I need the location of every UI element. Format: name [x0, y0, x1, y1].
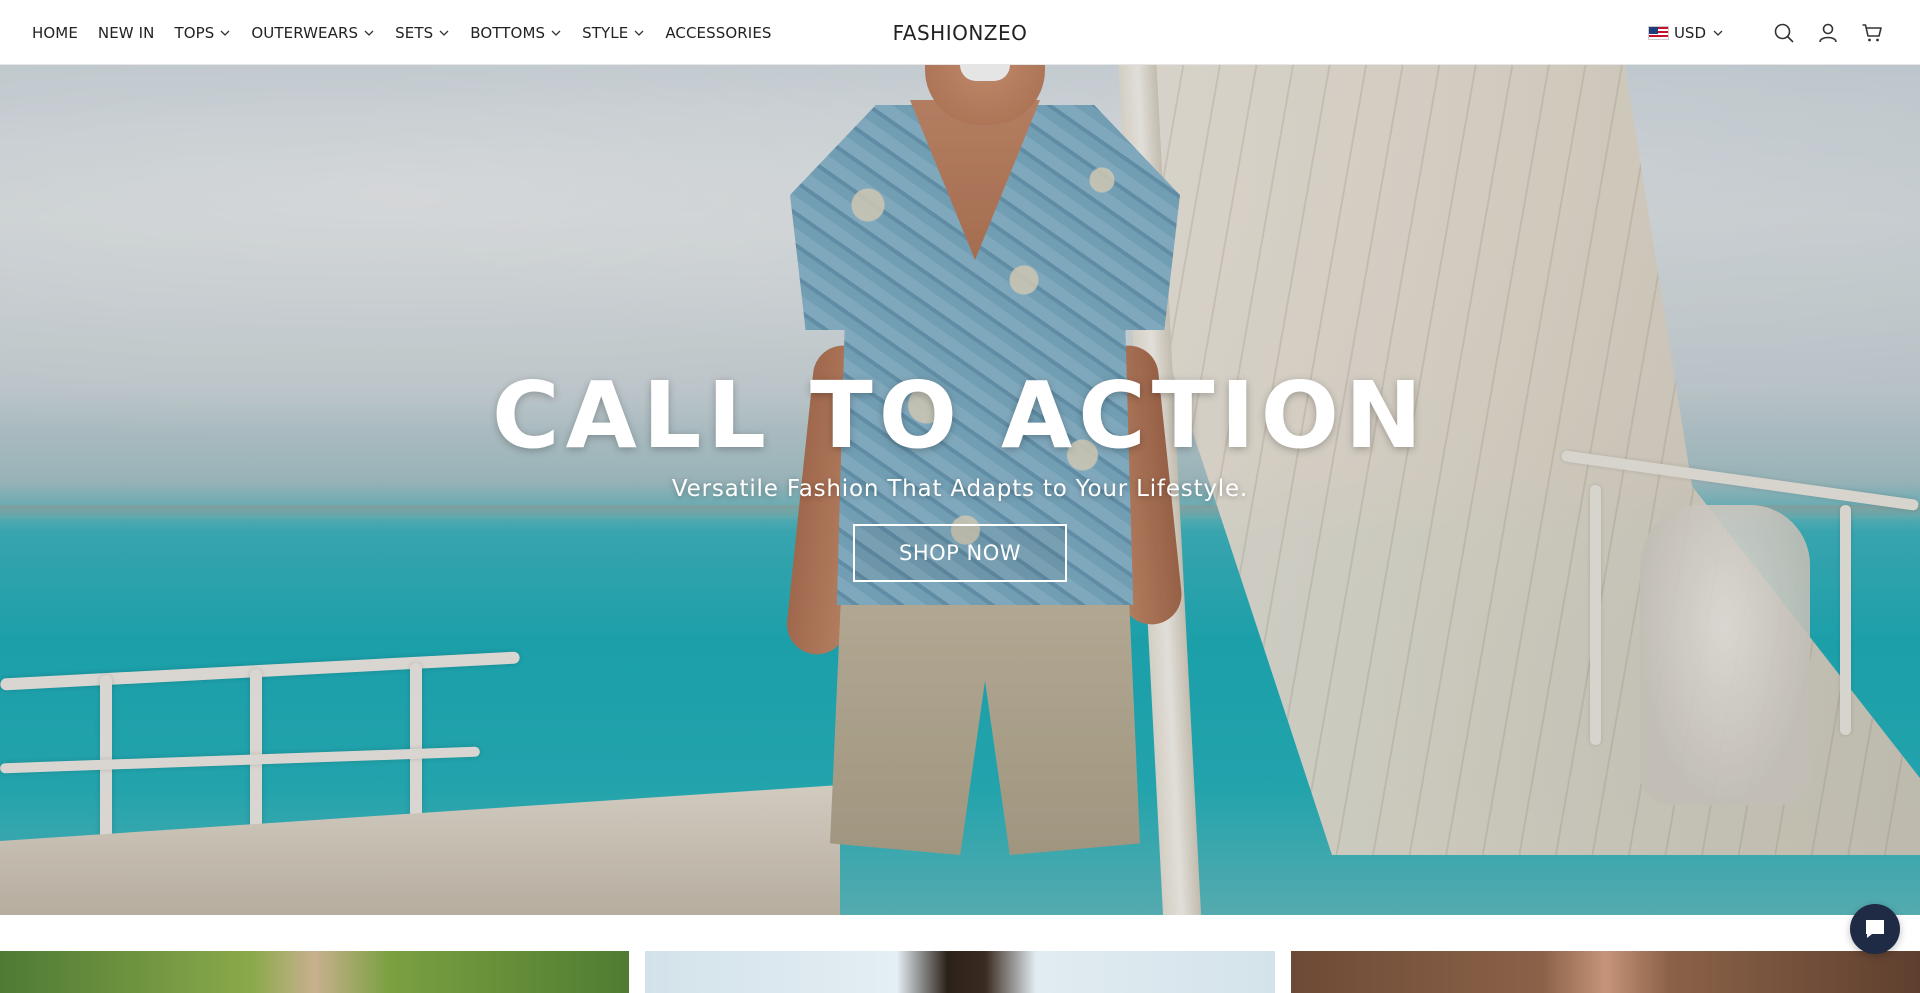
chat-button[interactable]: [1850, 904, 1900, 954]
hero-content: CALL TO ACTION Versatile Fashion That Ad…: [0, 370, 1920, 582]
nav-item-label: TOPS: [174, 23, 215, 42]
site-header: HOME NEW IN TOPS OUTERWEARS SETS BOTTOMS…: [0, 0, 1920, 65]
nav-item-label: SETS: [395, 23, 434, 42]
main-nav: HOME NEW IN TOPS OUTERWEARS SETS BOTTOMS…: [32, 0, 792, 65]
hero-title: CALL TO ACTION: [492, 362, 1428, 469]
nav-item-accessories[interactable]: ACCESSORIES: [665, 24, 771, 42]
nav-item-label: HOME: [32, 23, 78, 42]
currency-code: USD: [1673, 23, 1706, 42]
category-tiles: [0, 951, 1920, 993]
nav-item-label: STYLE: [582, 23, 629, 42]
nav-item-style[interactable]: STYLE: [582, 24, 645, 42]
nav-item-new-in[interactable]: NEW IN: [98, 24, 155, 42]
nav-item-tops[interactable]: TOPS: [174, 24, 231, 42]
hero-banner: CALL TO ACTION Versatile Fashion That Ad…: [0, 65, 1920, 915]
category-tile[interactable]: [645, 951, 1275, 993]
chevron-down-icon: [1713, 30, 1723, 36]
nav-item-bottoms[interactable]: BOTTOMS: [470, 24, 562, 42]
shop-now-button[interactable]: SHOP NOW: [853, 524, 1067, 582]
nav-item-label: ACCESSORIES: [665, 23, 772, 42]
currency-selector[interactable]: USD: [1647, 23, 1724, 42]
category-tile[interactable]: [1291, 951, 1920, 993]
chevron-down-icon: [634, 30, 644, 36]
nav-item-sets[interactable]: SETS: [395, 24, 450, 42]
chevron-down-icon: [439, 30, 449, 36]
nav-item-label: NEW IN: [97, 23, 155, 42]
search-icon[interactable]: [1772, 21, 1796, 45]
header-tools: USD: [1647, 0, 1884, 65]
chevron-down-icon: [551, 30, 561, 36]
nav-item-outerwears[interactable]: OUTERWEARS: [251, 24, 375, 42]
site-logo[interactable]: FASHIONZEO: [893, 21, 1028, 45]
us-flag-icon: [1647, 25, 1669, 40]
hero-subtitle: Versatile Fashion That Adapts to Your Li…: [671, 476, 1249, 502]
cart-icon[interactable]: [1860, 21, 1884, 45]
chevron-down-icon: [364, 30, 374, 36]
account-icon[interactable]: [1816, 21, 1840, 45]
nav-item-label: BOTTOMS: [470, 23, 546, 42]
chat-bubble-icon: [1866, 920, 1884, 938]
nav-item-label: OUTERWEARS: [251, 23, 359, 42]
chevron-down-icon: [220, 30, 230, 36]
nav-item-home[interactable]: HOME: [32, 24, 78, 42]
category-tile[interactable]: [0, 951, 629, 993]
